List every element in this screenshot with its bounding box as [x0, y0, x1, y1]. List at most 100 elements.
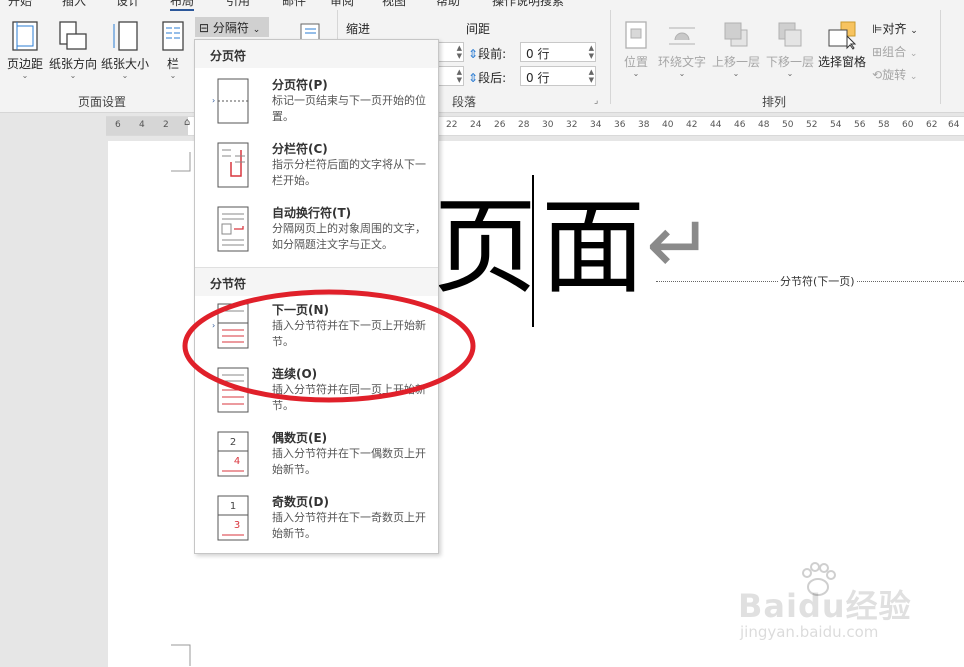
ruler-tick: 54 [830, 120, 842, 130]
ruler-tick: 36 [614, 120, 626, 130]
tab-design[interactable]: 设计 [116, 0, 140, 9]
menu-item-title: 分栏符(C) [272, 142, 328, 156]
breaks-label: 分隔符 [212, 21, 249, 35]
spacing-after-field[interactable]: 0 行 ▲ ▼ [520, 66, 596, 86]
menu-item-desc: 插入分节符并在下一奇数页上开始新节。 [272, 511, 426, 540]
menu-item-desc: 插入分节符并在同一页上开始新节。 [272, 383, 426, 412]
svg-text:1: 1 [230, 501, 236, 512]
before-spacing-label: ⇕段前: [468, 47, 507, 61]
orientation-icon [59, 21, 87, 50]
dialog-launcher-icon[interactable]: ⌟ [594, 96, 598, 106]
size-button[interactable]: 纸张大小 ⌄ [100, 20, 150, 80]
menu-item-title: 奇数页(D) [272, 495, 329, 509]
menu-item-even-page[interactable]: 2 4 偶数页(E) 插入分节符并在下一偶数页上开始新节。 [195, 425, 438, 489]
ruler-tick: 64 [948, 120, 960, 130]
page-setup-group-label: 页面设置 [78, 95, 127, 109]
spacing-label: 间距 [466, 22, 491, 36]
menu-item-desc: 插入分节符并在下一偶数页上开始新节。 [272, 447, 426, 476]
align-button[interactable]: ⊫对齐 ⌄ [872, 20, 932, 37]
position-icon [625, 21, 647, 49]
column-break-icon [217, 142, 249, 188]
margins-icon [12, 21, 38, 51]
ribbon: 开始 插入 设计 布局 引用 邮件 审阅 视图 帮助 操作说明搜索 页边距 ⌄ … [0, 0, 964, 113]
ruler-tick: 26 [494, 120, 506, 130]
section-breaks-header: 分节符 [195, 267, 438, 296]
menu-item-page-break[interactable]: › 分页符(P) 标记一页结束与下一页开始的位置。 [195, 72, 438, 136]
tab-home[interactable]: 开始 [8, 0, 32, 9]
even-page-break-icon: 2 4 [217, 431, 249, 477]
after-spacing-label: ⇕段后: [468, 71, 507, 85]
send-backward-button[interactable]: 下移一层 ⌄ [764, 20, 816, 78]
size-label: 纸张大小 [100, 57, 149, 71]
spacing-before-field[interactable]: 0 行 ▲ ▼ [520, 42, 596, 62]
menu-item-odd-page[interactable]: 1 3 奇数页(D) 插入分节符并在下一奇数页上开始新节。 [195, 489, 438, 553]
spinner-icon[interactable]: ▲ ▼ [589, 44, 594, 60]
ruler-tick: 34 [590, 120, 602, 130]
wrap-text-button[interactable]: 环绕文字 ⌄ [656, 20, 708, 78]
align-icon: ⊫ [872, 22, 883, 36]
chevron-down-icon: ⌄ [678, 69, 686, 78]
tab-mailings[interactable]: 邮件 [282, 0, 306, 9]
ruler-tick: 58 [878, 120, 890, 130]
menu-item-continuous[interactable]: 连续(O) 插入分节符并在同一页上开始新节。 [195, 361, 438, 425]
page-break-icon [217, 78, 249, 124]
tell-me-search[interactable]: 操作说明搜索 [492, 0, 564, 9]
ruler-tick: 6 [115, 120, 121, 130]
menu-item-title: 下一页(N) [272, 303, 330, 317]
breaks-icon: ⊟ [199, 21, 210, 35]
selection-pane-label: 选择窗格 [817, 55, 866, 69]
ruler-tick: 56 [854, 120, 866, 130]
next-page-break-icon [217, 303, 249, 349]
paragraph-return-mark: ↵ [646, 198, 714, 291]
tab-view[interactable]: 视图 [382, 0, 406, 9]
section-break-label: 分节符(下一页) [778, 273, 857, 289]
menu-item-desc: 指示分栏符后面的文字将从下一栏开始。 [272, 158, 426, 187]
menu-item-desc: 标记一页结束与下一页开始的位置。 [272, 94, 426, 123]
arrange-group-label: 排列 [762, 95, 787, 109]
columns-icon [162, 21, 184, 51]
spinner-icon[interactable]: ▲ ▼ [589, 68, 594, 84]
menu-item-next-page[interactable]: › 下一页(N) 插入分节符并在下一页上开始新节。 [195, 297, 438, 361]
ruler-tick: 2 [163, 120, 169, 130]
spinner-icon[interactable]: ▲ ▼ [457, 68, 462, 84]
selection-pane-button[interactable]: 选择窗格 [816, 20, 868, 70]
tab-layout[interactable]: 布局 [170, 0, 195, 11]
indent-marker-icon[interactable]: ⌂ [184, 117, 190, 128]
position-label: 位置 [623, 55, 648, 69]
ruler-tick: 4 [139, 120, 145, 130]
rotate-icon: ⟲ [872, 68, 883, 82]
chevron-down-icon: ⌄ [69, 71, 77, 80]
breaks-button[interactable]: ⊟ 分隔符 ⌄ [195, 17, 269, 37]
margins-button[interactable]: 页边距 ⌄ [4, 20, 46, 80]
bring-forward-button[interactable]: 上移一层 ⌄ [710, 20, 762, 78]
chevron-down-icon: ⌄ [252, 25, 261, 35]
tab-review[interactable]: 审阅 [330, 0, 354, 9]
paragraph-group-label: 段落 [452, 95, 477, 109]
ruler-tick: 38 [638, 120, 650, 130]
group-button[interactable]: ⊞组合 ⌄ [872, 43, 932, 60]
menu-item-title: 自动换行符(T) [272, 206, 352, 220]
document-char-1: 页 [433, 186, 538, 308]
wrap-text-icon [669, 27, 695, 45]
menu-item-title: 分页符(P) [272, 78, 328, 92]
indent-right-field[interactable]: ▲ ▼ [436, 66, 464, 86]
watermark-url: jingyan.baidu.com [740, 623, 879, 641]
spinner-icon[interactable]: ▲ ▼ [457, 44, 462, 60]
indent-left-field[interactable]: ▲ ▼ [436, 42, 464, 62]
tab-references[interactable]: 引用 [226, 0, 250, 9]
ruler-tick: 28 [518, 120, 530, 130]
tab-help[interactable]: 帮助 [436, 0, 460, 9]
menu-item-text-wrapping-break[interactable]: 自动换行符(T) 分隔网页上的对象周围的文字，如分隔题注文字与正文。 [195, 200, 438, 264]
group-divider [940, 10, 941, 104]
tab-insert[interactable]: 插入 [62, 0, 86, 9]
ruler-tick: 44 [710, 120, 722, 130]
selection-pane-icon [828, 21, 857, 50]
position-button[interactable]: 位置 ⌄ [620, 20, 652, 78]
continuous-break-icon [217, 367, 249, 413]
orientation-button[interactable]: 纸张方向 ⌄ [48, 20, 98, 80]
rotate-button[interactable]: ⟲旋转 ⌄ [872, 66, 932, 83]
ruler-tick: 52 [806, 120, 818, 130]
menu-item-column-break[interactable]: 分栏符(C) 指示分栏符后面的文字将从下一栏开始。 [195, 136, 438, 200]
bring-forward-icon [724, 22, 748, 47]
columns-button[interactable]: 栏 ⌄ [158, 20, 188, 80]
